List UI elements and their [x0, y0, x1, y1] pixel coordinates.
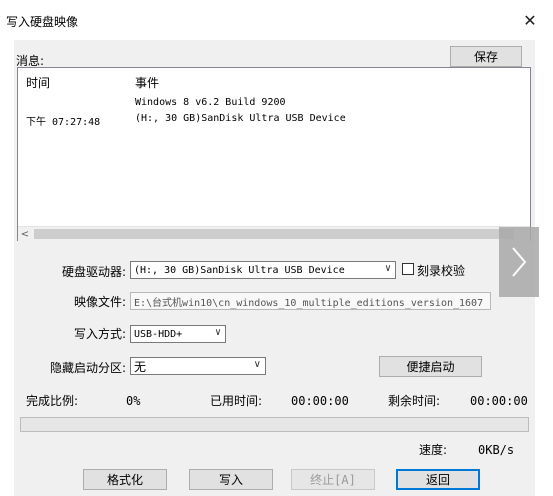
- drive-select[interactable]: (H:, 30 GB)SanDisk Ultra USB Device ∨: [130, 261, 396, 279]
- close-icon: ✕: [523, 10, 537, 30]
- progress-value: 0%: [126, 394, 141, 408]
- elapsed-value: 00:00:00: [291, 394, 349, 408]
- log-row-time: 下午 07:27:48: [26, 117, 101, 128]
- elapsed-label: 已用时间:: [210, 394, 263, 408]
- log-row-event: (H:, 30 GB)SanDisk Ultra USB Device: [135, 113, 346, 124]
- write-mode-select[interactable]: USB-HDD+ ∨: [130, 325, 226, 343]
- verify-label[interactable]: 刻录校验: [417, 262, 465, 279]
- write-mode-value: USB-HDD+: [134, 328, 183, 340]
- speed-label: 速度:: [419, 443, 448, 457]
- column-header-event[interactable]: 事件: [135, 74, 159, 91]
- message-log[interactable]: 时间 事件 Windows 8 v6.2 Build 9200 下午 07:27…: [17, 67, 531, 241]
- chevron-down-icon: ∨: [214, 327, 221, 338]
- chevron-right-icon: [512, 247, 527, 277]
- image-file-label: 映像文件:: [73, 295, 126, 309]
- hidden-partition-label: 隐藏启动分区:: [49, 361, 126, 375]
- window-title: 写入硬盘映像: [6, 15, 79, 29]
- column-header-time[interactable]: 时间: [26, 74, 50, 91]
- image-file-input[interactable]: E:\台式机win10\cn_windows_10_multiple_editi…: [130, 292, 491, 310]
- chevron-down-icon: ∨: [384, 263, 391, 274]
- write-button[interactable]: 写入: [189, 469, 273, 490]
- horizontal-scrollbar[interactable]: <: [18, 226, 530, 241]
- quick-boot-button[interactable]: 便捷启动: [379, 356, 482, 377]
- progress-label: 完成比例:: [26, 394, 79, 408]
- hidden-partition-select[interactable]: 无 ∨: [130, 357, 266, 375]
- abort-button[interactable]: 终止[A]: [291, 469, 375, 490]
- log-row-event: Windows 8 v6.2 Build 9200: [135, 97, 286, 108]
- speed-value: 0KB/s: [478, 443, 515, 457]
- back-button[interactable]: 返回: [396, 469, 480, 490]
- remaining-value: 00:00:00: [470, 394, 528, 408]
- drive-select-value: (H:, 30 GB)SanDisk Ultra USB Device: [134, 264, 345, 276]
- chevron-down-icon: ∨: [253, 359, 261, 370]
- scroll-left-icon[interactable]: <: [18, 227, 32, 241]
- progress-bar: [20, 417, 529, 432]
- hidden-partition-value: 无: [134, 359, 147, 374]
- drive-label: 硬盘驱动器:: [61, 265, 126, 279]
- save-button[interactable]: 保存: [450, 46, 522, 67]
- format-button[interactable]: 格式化: [83, 469, 167, 490]
- verify-checkbox[interactable]: [402, 263, 414, 275]
- remaining-label: 剩余时间:: [388, 394, 441, 408]
- side-next-button[interactable]: [499, 227, 539, 297]
- write-mode-label: 写入方式:: [73, 327, 126, 341]
- close-button[interactable]: ✕: [518, 8, 542, 32]
- scrollbar-thumb[interactable]: [34, 229, 514, 239]
